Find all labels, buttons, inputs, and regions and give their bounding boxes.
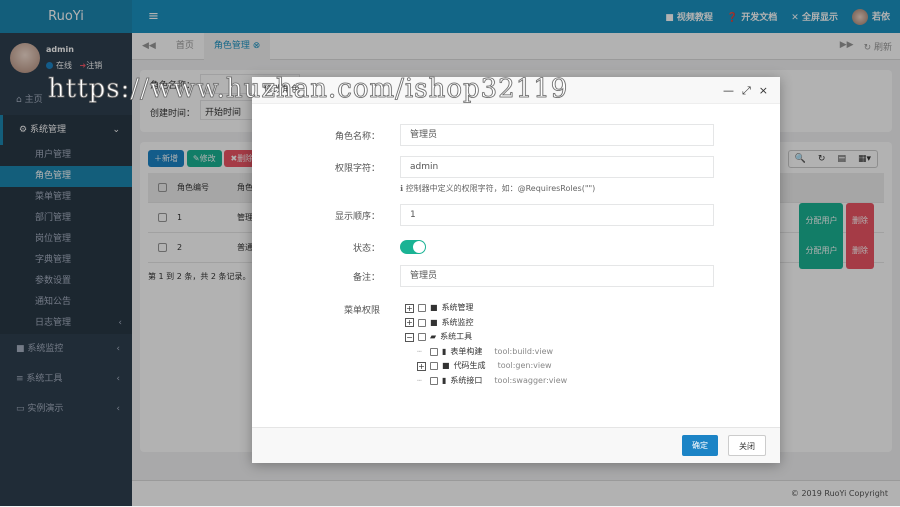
tree-node: ┄ ▮ 系统接口 tool:swagger:view — [405, 374, 567, 389]
tree-checkbox[interactable] — [418, 304, 426, 313]
expand-icon[interactable]: + — [405, 303, 414, 313]
perm-input[interactable]: admin — [400, 156, 714, 178]
close-icon[interactable]: × — [759, 77, 768, 104]
role-name-input[interactable]: 管理员 — [400, 124, 714, 146]
perm-hint: ℹ 控制器中定义的权限字符，如：@RequiresRoles("") — [400, 184, 596, 193]
maximize-icon[interactable]: ⤢ — [742, 77, 751, 104]
folder-open-icon: ▰ — [430, 332, 437, 341]
tree-node: + ■ 系统监控 — [405, 316, 567, 331]
tree-node: + ■ 系统管理 — [405, 301, 567, 316]
remark-input[interactable]: 管理员 — [400, 265, 714, 287]
status-label: 状态： — [352, 244, 380, 254]
tree-node: − ▰ 系统工具 — [405, 330, 567, 345]
tree-node: ┄ ▮ 表单构建 tool:build:view — [405, 345, 567, 360]
edit-role-modal: 修改角色 — ⤢ × 角色名称： 管理员 权限字符： admin ℹ 控制器中定义的权限… — [252, 77, 780, 463]
tree-checkbox[interactable] — [418, 333, 426, 342]
role-name-label: 角色名称： — [334, 132, 380, 142]
tree-checkbox[interactable] — [430, 376, 438, 385]
order-label: 显示顺序： — [334, 212, 380, 222]
expand-icon[interactable]: + — [417, 361, 426, 371]
expand-icon[interactable]: + — [405, 318, 414, 328]
file-icon: ▮ — [442, 375, 447, 385]
folder-icon: ■ — [442, 361, 450, 370]
tree-checkbox[interactable] — [430, 347, 438, 356]
folder-icon: ■ — [430, 317, 438, 327]
collapse-icon[interactable]: − — [405, 332, 414, 342]
perm-label: 权限字符： — [334, 164, 380, 174]
confirm-button[interactable]: 确定 — [682, 435, 718, 456]
file-icon: ▮ — [442, 346, 447, 356]
close-button[interactable]: 关闭 — [728, 435, 766, 456]
menu-perm-label: 菜单权限 — [343, 306, 380, 316]
menu-tree: + ■ 系统管理 + ■ 系统监控 − ▰ 系统工具 ┄ ▮ 表单构建 tool:build:view +… — [405, 301, 567, 388]
order-input[interactable]: 1 — [400, 204, 714, 226]
tree-checkbox[interactable] — [430, 362, 438, 371]
remark-label: 备注： — [352, 273, 380, 283]
minimize-icon[interactable]: — — [723, 77, 734, 104]
tree-node: + ■ 代码生成 tool:gen:view — [405, 359, 567, 374]
tree-checkbox[interactable] — [418, 318, 426, 327]
folder-icon: ■ — [430, 303, 438, 312]
watermark: https://www.huzhan.com/ishop32119 — [48, 74, 569, 105]
status-toggle[interactable] — [400, 240, 426, 254]
